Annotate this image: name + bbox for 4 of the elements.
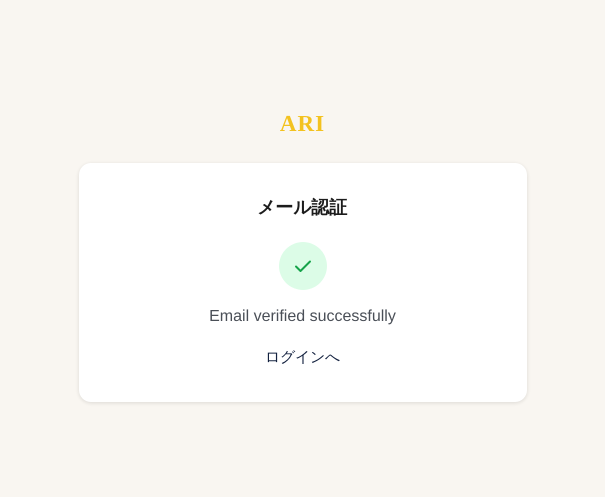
logo: ARI	[280, 110, 326, 138]
status-message: Email verified successfully	[209, 307, 396, 328]
card-title: メール認証	[258, 196, 348, 218]
login-link[interactable]: ログインへ	[265, 348, 340, 368]
